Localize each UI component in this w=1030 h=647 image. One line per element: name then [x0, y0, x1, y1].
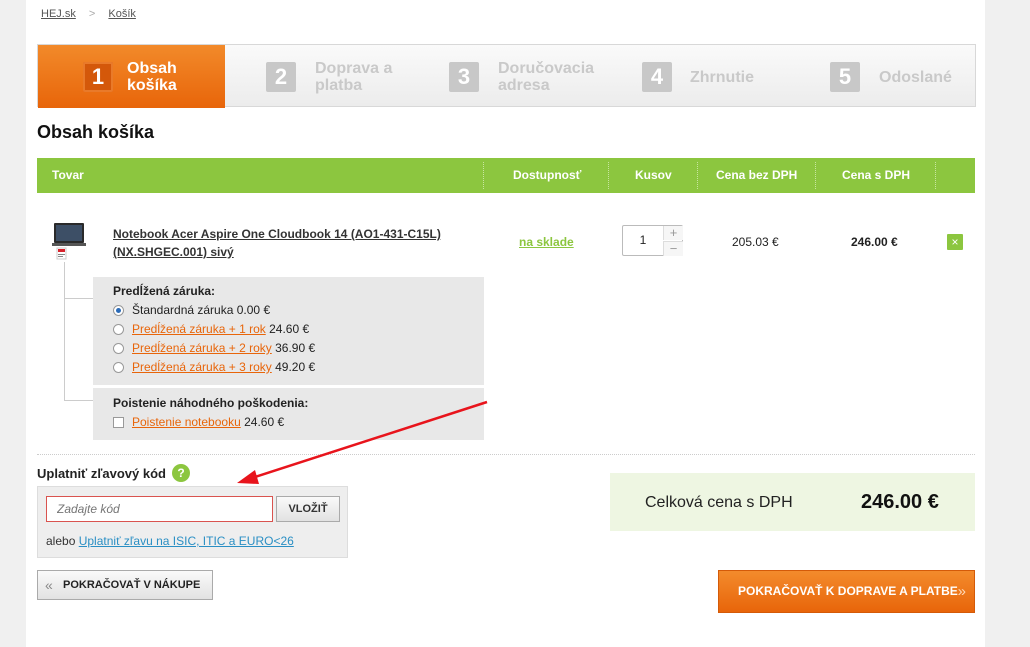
- step-5-label: Odoslané: [879, 69, 952, 86]
- continue-shopping-label: POKRAČOVAŤ V NÁKUPE: [63, 579, 201, 591]
- coupon-note-prefix: alebo: [46, 534, 76, 548]
- coupon-code-input[interactable]: [46, 496, 273, 522]
- warranty-title: Predĺžená záruka:: [113, 284, 216, 298]
- continue-to-shipping-button[interactable]: POKRAČOVAŤ K DOPRAVE A PLATBE »: [718, 570, 975, 613]
- header-divider: [935, 162, 937, 189]
- step-1-label-line1: Obsah: [127, 60, 177, 77]
- availability-link[interactable]: na sklade: [519, 235, 574, 249]
- checkout-steps: 1 Obsah košíka 2 Doprava a platba 3 Doru…: [37, 44, 976, 108]
- continue-shopping-button[interactable]: « POKRAČOVAŤ V NÁKUPE: [37, 570, 213, 600]
- warranty-option-price: 0.00 €: [236, 303, 271, 317]
- warranty-option-link[interactable]: Predĺžená záruka + 3 roky: [132, 360, 272, 374]
- remove-item-button[interactable]: ×: [947, 234, 963, 250]
- price-with-vat: 246.00 €: [851, 235, 898, 249]
- radio-icon[interactable]: [113, 343, 124, 354]
- header-quantity: Kusov: [635, 168, 672, 182]
- apply-coupon-button[interactable]: VLOŽIŤ: [276, 496, 340, 522]
- header-divider: [815, 162, 817, 189]
- breadcrumb-separator: >: [88, 8, 96, 20]
- step-4-label: Zhrnutie: [690, 69, 754, 86]
- step-3-label-line1: Doručovacia: [498, 60, 595, 77]
- header-divider: [697, 162, 699, 189]
- radio-icon[interactable]: [113, 362, 124, 373]
- header-divider: [608, 162, 610, 189]
- price-without-vat: 205.03 €: [732, 235, 779, 249]
- warranty-option-price: 36.90 €: [275, 341, 316, 355]
- step-2-label-line1: Doprava a: [315, 60, 393, 77]
- warranty-option-3-years[interactable]: Predĺžená záruka + 3 roky 49.20 €: [113, 359, 315, 375]
- step-3-number: 3: [449, 62, 479, 92]
- warranty-option-label: Štandardná záruka: [132, 303, 234, 317]
- breadcrumb: HEJ.sk > Košík: [41, 8, 136, 20]
- tree-connector: [64, 400, 93, 401]
- product-name-line2: (NX.SHGEC.001) sivý: [113, 245, 234, 259]
- warranty-options: Predĺžená záruka: Štandardná záruka 0.00…: [93, 277, 484, 385]
- step-3-label-line2: adresa: [498, 77, 550, 94]
- tree-connector: [64, 262, 65, 400]
- coupon-title: Uplatniť zľavový kód: [37, 466, 166, 481]
- step-1-label-line2: košíka: [127, 77, 177, 94]
- step-1-label: Obsah košíka: [127, 60, 177, 94]
- quantity-minus-button[interactable]: −: [663, 241, 683, 256]
- section-divider: [37, 454, 975, 455]
- product-name-link[interactable]: Notebook Acer Aspire One Cloudbook 14 (A…: [113, 225, 453, 261]
- header-price-without-vat: Cena bez DPH: [716, 168, 798, 182]
- header-product: Tovar: [52, 168, 84, 182]
- insurance-option-link[interactable]: Poistenie notebooku: [132, 415, 241, 429]
- cart-page: HEJ.sk > Košík 1 Obsah košíka 2 Doprava …: [26, 0, 985, 647]
- warranty-option-price: 49.20 €: [275, 360, 316, 374]
- quantity-plus-button[interactable]: +: [663, 226, 683, 240]
- quantity-stepper: 1 + −: [622, 225, 683, 256]
- radio-checked-icon[interactable]: [113, 305, 124, 316]
- step-2-label: Doprava a platba: [315, 60, 392, 94]
- header-price-with-vat: Cena s DPH: [842, 168, 911, 182]
- warranty-option-link[interactable]: Predĺžená záruka + 1 rok: [132, 322, 266, 336]
- insurance-option-price: 24.60 €: [244, 415, 285, 429]
- step-5-number: 5: [830, 62, 860, 92]
- header-divider: [483, 162, 485, 189]
- checkbox-icon[interactable]: [113, 417, 124, 428]
- product-image[interactable]: [51, 221, 87, 261]
- step-2-number: 2: [266, 62, 296, 92]
- breadcrumb-current[interactable]: Košík: [108, 8, 136, 20]
- warranty-option-2-years[interactable]: Predĺžená záruka + 2 roky 36.90 €: [113, 340, 315, 356]
- step-4-number: 4: [642, 62, 672, 92]
- chevron-right-icon: »: [957, 583, 966, 600]
- quantity-input[interactable]: 1: [623, 226, 663, 255]
- student-discount-link[interactable]: Uplatniť zľavu na ISIC, ITIC a EURO<26: [79, 534, 294, 548]
- laptop-image: [52, 223, 86, 260]
- continue-to-shipping-label: POKRAČOVAŤ K DOPRAVE A PLATBE: [738, 584, 958, 598]
- chevron-left-icon: «: [45, 577, 53, 593]
- warranty-option-price: 24.60 €: [269, 322, 310, 336]
- radio-icon[interactable]: [113, 324, 124, 335]
- warranty-option-1-year[interactable]: Predĺžená záruka + 1 rok 24.60 €: [113, 321, 309, 337]
- header-availability: Dostupnosť: [513, 168, 582, 182]
- insurance-title: Poistenie náhodného poškodenia:: [113, 396, 309, 410]
- total-value: 246.00 €: [861, 491, 939, 513]
- coupon-note: alebo Uplatniť zľavu na ISIC, ITIC a EUR…: [46, 534, 294, 548]
- order-total: Celková cena s DPH 246.00 €: [610, 473, 975, 531]
- step-1-number: 1: [83, 62, 113, 92]
- breadcrumb-home-link[interactable]: HEJ.sk: [41, 8, 76, 20]
- warranty-option-link[interactable]: Predĺžená záruka + 2 roky: [132, 341, 272, 355]
- cart-table-header: Tovar Dostupnosť Kusov Cena bez DPH Cena…: [37, 158, 975, 193]
- page-title: Obsah košíka: [37, 122, 155, 142]
- tree-connector: [64, 298, 93, 299]
- help-icon[interactable]: ?: [172, 464, 190, 482]
- coupon-form: VLOŽIŤ alebo Uplatniť zľavu na ISIC, ITI…: [37, 486, 348, 558]
- step-2-label-line2: platba: [315, 77, 363, 94]
- insurance-options: Poistenie náhodného poškodenia: Poisteni…: [93, 388, 484, 440]
- insurance-option[interactable]: Poistenie notebooku 24.60 €: [113, 414, 284, 430]
- product-name-line1: Notebook Acer Aspire One Cloudbook 14 (A…: [113, 227, 441, 241]
- warranty-option-standard[interactable]: Štandardná záruka 0.00 €: [113, 302, 270, 318]
- step-3-label: Doručovacia adresa: [498, 60, 594, 94]
- total-label: Celková cena s DPH: [645, 494, 793, 511]
